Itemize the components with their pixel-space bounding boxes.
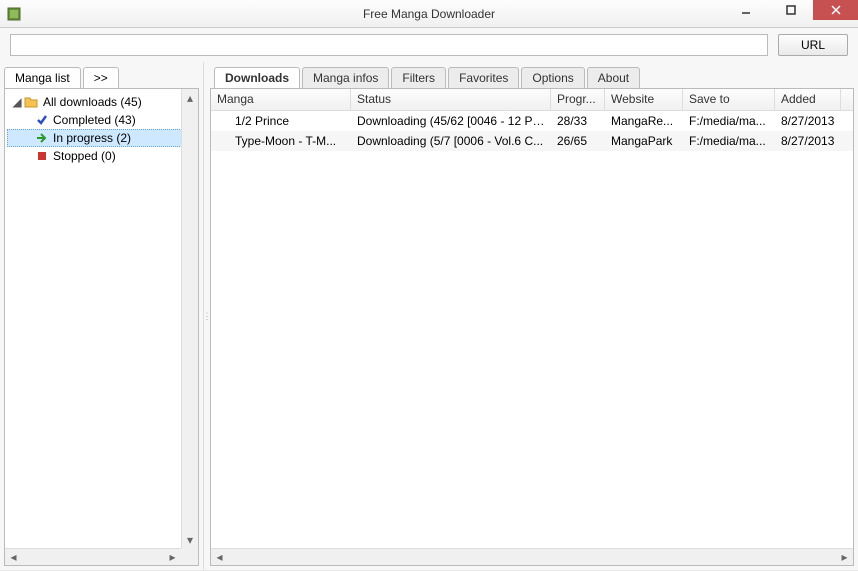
table-row[interactable]: Type-Moon - T-M...Downloading (5/7 [0006… (211, 131, 853, 151)
table-body: 1/2 PrinceDownloading (45/62 [0046 - 12 … (211, 111, 853, 151)
cell-added: 8/27/2013 (775, 132, 841, 150)
cell-status: Downloading (45/62 [0046 - 12 Pri... (351, 112, 551, 130)
url-input[interactable] (10, 34, 768, 56)
scroll-down-icon[interactable]: ▾ (182, 531, 198, 548)
minimize-button[interactable] (723, 0, 768, 20)
cell-saveto: F:/media/ma... (683, 112, 775, 130)
main-tabs: DownloadsManga infosFiltersFavoritesOpti… (210, 62, 854, 88)
tree-item-stopped[interactable]: Stopped (0) (7, 147, 196, 165)
tree-expand-icon: ◢ (11, 95, 23, 109)
scroll-right-icon[interactable]: ▸ (836, 549, 853, 565)
maximize-button[interactable] (768, 0, 813, 20)
cell-website: MangaPark (605, 132, 683, 150)
sidebar-tabs: Manga list >> (0, 62, 203, 88)
cell-status: Downloading (5/7 [0006 - Vol.6 C... (351, 132, 551, 150)
sidebar-tab-more[interactable]: >> (83, 67, 119, 89)
tab-downloads[interactable]: Downloads (214, 67, 300, 89)
sidebar-vscroll[interactable]: ▴ ▾ (181, 89, 198, 548)
tab-options[interactable]: Options (521, 67, 584, 89)
arrow-icon (35, 131, 49, 145)
tree-panel: ◢ All downloads (45) Completed (43) In pr… (4, 88, 199, 566)
tree-item-completed[interactable]: Completed (43) (7, 111, 196, 129)
app-icon (6, 6, 22, 22)
sidebar-hscroll[interactable]: ◂ ▸ (5, 548, 181, 565)
col-saveto[interactable]: Save to (683, 89, 775, 110)
cell-manga: 1/2 Prince (211, 112, 351, 130)
cell-manga: Type-Moon - T-M... (211, 132, 351, 150)
sidebar-tab-manga-list[interactable]: Manga list (4, 67, 81, 89)
url-button[interactable]: URL (778, 34, 848, 56)
tab-favorites[interactable]: Favorites (448, 67, 519, 89)
tab-about[interactable]: About (587, 67, 640, 89)
tree-item-in-progress[interactable]: In progress (2) (7, 129, 196, 147)
cell-website: MangaRe... (605, 112, 683, 130)
tree-item-label: Stopped (0) (53, 149, 116, 163)
cell-saveto: F:/media/ma... (683, 132, 775, 150)
tree-item-label: Completed (43) (53, 113, 136, 127)
tree-root-all-downloads[interactable]: ◢ All downloads (45) (7, 93, 196, 111)
square-icon (35, 149, 49, 163)
main-panel: DownloadsManga infosFiltersFavoritesOpti… (210, 62, 858, 570)
check-icon (35, 113, 49, 127)
tab-manga-infos[interactable]: Manga infos (302, 67, 389, 89)
close-button[interactable] (813, 0, 858, 20)
tree-item-label: In progress (2) (53, 131, 131, 145)
window-controls (723, 0, 858, 20)
col-status[interactable]: Status (351, 89, 551, 110)
download-tree: ◢ All downloads (45) Completed (43) In pr… (5, 89, 198, 169)
table-header: Manga Status Progr... Website Save to Ad… (211, 89, 853, 111)
downloads-table: Manga Status Progr... Website Save to Ad… (210, 88, 854, 566)
cell-progress: 26/65 (551, 132, 605, 150)
main-hscroll[interactable]: ◂ ▸ (211, 548, 853, 565)
cell-added: 8/27/2013 (775, 112, 841, 130)
col-website[interactable]: Website (605, 89, 683, 110)
col-progress[interactable]: Progr... (551, 89, 605, 110)
tab-filters[interactable]: Filters (391, 67, 446, 89)
table-row[interactable]: 1/2 PrinceDownloading (45/62 [0046 - 12 … (211, 111, 853, 131)
scroll-right-icon[interactable]: ▸ (164, 549, 181, 565)
scroll-corner (181, 548, 198, 565)
cell-progress: 28/33 (551, 112, 605, 130)
urlbar: URL (0, 28, 858, 62)
sidebar: Manga list >> ◢ All downloads (45) Compl… (0, 62, 204, 570)
tree-root-label: All downloads (45) (39, 95, 142, 109)
titlebar: Free Manga Downloader (0, 0, 858, 28)
col-manga[interactable]: Manga (211, 89, 351, 110)
scroll-left-icon[interactable]: ◂ (211, 549, 228, 565)
body: Manga list >> ◢ All downloads (45) Compl… (0, 62, 858, 570)
col-added[interactable]: Added (775, 89, 841, 110)
scroll-up-icon[interactable]: ▴ (182, 89, 198, 106)
scroll-left-icon[interactable]: ◂ (5, 549, 22, 565)
folder-icon (23, 94, 39, 110)
